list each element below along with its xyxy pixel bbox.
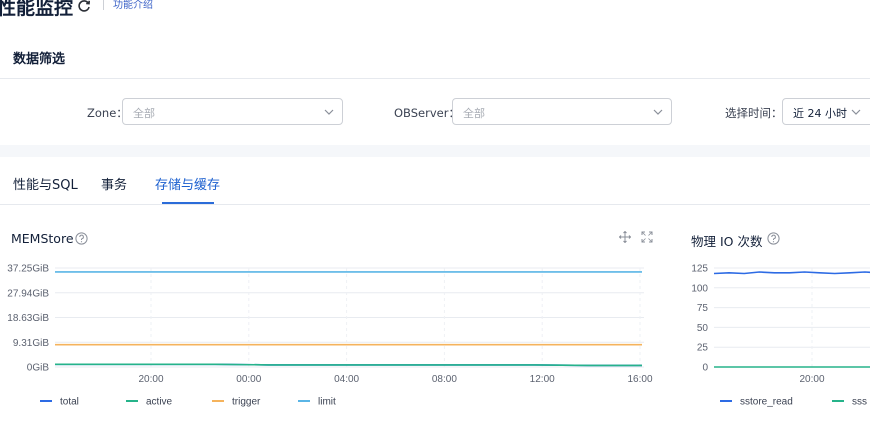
filter-card: 数据筛选 Zone： 全部 OBServer： 全部 选择时间： 近 24 小时 <box>0 34 870 145</box>
x-tick-label: 16:00 <box>627 374 652 385</box>
page-header: 性能监控 功能介绍 <box>0 0 870 34</box>
legend-item-limit[interactable]: limit <box>298 397 336 408</box>
time-select-value: 近 24 小时 <box>793 107 847 120</box>
x-tick-label: 20:00 <box>799 374 824 385</box>
legend-label: trigger <box>232 397 261 408</box>
legend-label: limit <box>318 397 336 408</box>
time-label: 选择时间： <box>725 106 783 120</box>
legend-item-active[interactable]: active <box>126 397 173 408</box>
move-icon[interactable] <box>619 231 631 243</box>
x-tick-label: 12:00 <box>530 374 555 385</box>
filter-title: 数据筛选 <box>13 52 66 67</box>
legend-label: total <box>60 397 79 408</box>
y-tick-label: 75 <box>697 303 709 314</box>
y-tick-label: 9.31GiB <box>13 338 49 349</box>
page-title: 性能监控 <box>0 0 74 19</box>
tab-performance-sql[interactable]: 性能与SQL <box>13 174 78 193</box>
x-tick-label: 08:00 <box>432 374 457 385</box>
help-icon[interactable] <box>75 232 88 245</box>
zone-select-value: 全部 <box>133 107 155 120</box>
observer-label: OBServer： <box>394 106 460 120</box>
tab-transactions[interactable]: 事务 <box>101 174 127 193</box>
y-tick-label: 50 <box>697 323 709 334</box>
tabs-divider <box>0 204 870 205</box>
y-tick-label: 125 <box>691 264 708 275</box>
x-tick-label: 00:00 <box>236 374 261 385</box>
chevron-down-icon <box>653 109 663 115</box>
x-tick-label: 20:00 <box>138 374 163 385</box>
header-divider <box>103 0 104 10</box>
legend-item-trigger[interactable]: trigger <box>212 397 261 408</box>
refresh-icon[interactable] <box>76 0 92 14</box>
time-select[interactable]: 近 24 小时 <box>782 98 870 125</box>
x-tick-label: 04:00 <box>334 374 359 385</box>
observer-select[interactable]: 全部 <box>452 98 672 125</box>
fullscreen-icon[interactable] <box>641 231 653 243</box>
legend-label: sstore_read <box>740 397 793 408</box>
y-tick-label: 0GiB <box>27 363 50 374</box>
memstore-chart-title: MEMStore <box>11 231 74 246</box>
legend-item-total[interactable]: total <box>40 397 79 408</box>
y-tick-label: 100 <box>691 283 708 294</box>
legend-label: sss <box>852 397 867 408</box>
tab-storage-cache[interactable]: 存储与缓存 <box>155 174 220 193</box>
physical-io-chart: 125 100 75 50 25 0 20:00 sstore_read sss <box>691 264 870 408</box>
memstore-chart: 37.25GiB 27.94GiB 18.63GiB 9.31GiB 0GiB 20:00… <box>7 264 653 408</box>
y-tick-label: 25 <box>697 343 709 354</box>
help-icon[interactable] <box>767 232 780 245</box>
y-tick-label: 37.25GiB <box>7 264 49 275</box>
legend-item-sstore_read[interactable]: sstore_read <box>720 397 793 408</box>
series-line-sstore_read <box>713 271 870 275</box>
y-tick-label: 0 <box>702 363 708 374</box>
chevron-down-icon <box>324 109 334 115</box>
y-tick-label: 18.63GiB <box>7 313 49 324</box>
series-line-active <box>55 363 642 367</box>
zone-select[interactable]: 全部 <box>122 98 343 125</box>
observer-select-value: 全部 <box>463 107 485 120</box>
chevron-down-icon <box>851 109 861 115</box>
intro-link[interactable]: 功能介绍 <box>113 0 153 11</box>
legend-label: active <box>146 397 173 408</box>
physical-io-chart-title: 物理 IO 次数 <box>691 234 763 249</box>
filter-divider <box>0 78 870 79</box>
legend-item-sss[interactable]: sss <box>832 397 867 408</box>
y-tick-label: 27.94GiB <box>7 288 49 299</box>
main-panel: 性能与SQL 事务 存储与缓存 MEMStore 物理 IO 次数 37.25G… <box>0 157 870 435</box>
